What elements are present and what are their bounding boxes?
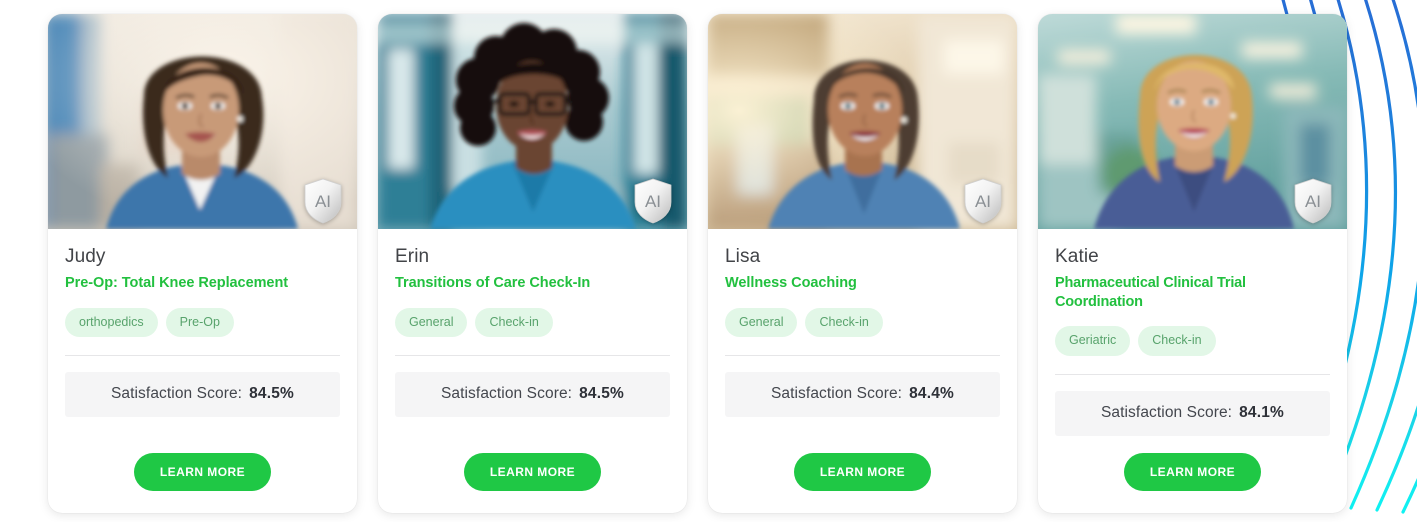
svg-text:AI: AI	[315, 192, 331, 211]
tag-chip[interactable]: orthopedics	[65, 307, 158, 338]
learn-more-button[interactable]: LEARN MORE	[463, 452, 602, 491]
tag-chip[interactable]: General	[395, 307, 468, 338]
tag-row: Geriatric Check-in	[1055, 326, 1330, 356]
agent-subtitle: Wellness Coaching	[725, 275, 857, 292]
agent-card[interactable]: AI Judy Pre-Op: Total Knee Replacement o…	[48, 14, 357, 513]
agent-photo: AI	[708, 14, 1017, 229]
tag-chip[interactable]: Pre-Op	[165, 307, 234, 338]
svg-text:AI: AI	[975, 192, 991, 211]
agent-card-grid: AI Judy Pre-Op: Total Knee Replacement o…	[48, 14, 1347, 513]
learn-more-button[interactable]: LEARN MORE	[1123, 452, 1262, 491]
ai-shield-badge: AI	[963, 178, 1003, 224]
ai-shield-badge: AI	[1293, 178, 1333, 224]
score-label: Satisfaction Score:	[1100, 403, 1233, 421]
agent-name: Erin	[395, 246, 430, 267]
satisfaction-score: Satisfaction Score: 84.1%	[1055, 390, 1330, 436]
satisfaction-score: Satisfaction Score: 84.5%	[395, 372, 670, 418]
divider	[395, 355, 670, 357]
score-label: Satisfaction Score:	[770, 385, 903, 403]
satisfaction-score: Satisfaction Score: 84.5%	[65, 372, 340, 418]
agent-photo: AI	[48, 14, 357, 229]
tag-chip[interactable]: General	[725, 307, 798, 338]
score-value: 84.5%	[579, 385, 625, 403]
ai-shield-badge: AI	[633, 178, 673, 224]
agent-card-body: Erin Transitions of Care Check-In Genera…	[378, 229, 687, 513]
tag-chip[interactable]: Check-in	[1138, 326, 1216, 356]
agent-card-body: Lisa Wellness Coaching General Check-in …	[708, 229, 1017, 513]
satisfaction-score: Satisfaction Score: 84.4%	[725, 372, 1000, 418]
divider	[65, 355, 340, 357]
score-value: 84.5%	[249, 385, 295, 403]
svg-text:AI: AI	[645, 192, 661, 211]
agent-subtitle: Pharmaceutical Clinical Trial Coordinati…	[1055, 275, 1246, 310]
score-value: 84.1%	[1239, 403, 1285, 421]
learn-more-button[interactable]: LEARN MORE	[793, 452, 932, 491]
learn-more-button[interactable]: LEARN MORE	[133, 452, 272, 491]
tag-chip[interactable]: Geriatric	[1055, 326, 1131, 356]
agent-card[interactable]: AI Lisa Wellness Coaching General Check-…	[708, 14, 1017, 513]
score-label: Satisfaction Score:	[110, 385, 243, 403]
agent-name: Lisa	[725, 246, 761, 267]
tag-row: General Check-in	[395, 307, 670, 338]
cta-wrap: LEARN MORE	[65, 436, 340, 513]
agent-card-body: Katie Pharmaceutical Clinical Trial Coor…	[1038, 229, 1347, 513]
svg-text:AI: AI	[1305, 192, 1321, 211]
agent-subtitle: Transitions of Care Check-In	[395, 275, 591, 292]
agent-photo: AI	[378, 14, 687, 229]
divider	[1055, 373, 1330, 375]
agent-photo: AI	[1038, 14, 1347, 229]
score-value: 84.4%	[909, 385, 955, 403]
ai-shield-badge: AI	[303, 178, 343, 224]
cta-wrap: LEARN MORE	[395, 436, 670, 513]
page-root: AI Judy Pre-Op: Total Knee Replacement o…	[0, 0, 1417, 522]
agent-name: Judy	[65, 246, 106, 267]
tag-row: General Check-in	[725, 307, 1000, 338]
tag-chip[interactable]: Check-in	[805, 307, 883, 338]
tag-row: orthopedics Pre-Op	[65, 307, 340, 338]
divider	[725, 355, 1000, 357]
agent-name: Katie	[1055, 246, 1099, 267]
agent-card-body: Judy Pre-Op: Total Knee Replacement orth…	[48, 229, 357, 513]
agent-card[interactable]: AI Katie Pharmaceutical Clinical Trial C…	[1038, 14, 1347, 513]
score-label: Satisfaction Score:	[440, 385, 573, 403]
cta-wrap: LEARN MORE	[725, 436, 1000, 513]
tag-chip[interactable]: Check-in	[475, 307, 553, 338]
agent-subtitle: Pre-Op: Total Knee Replacement	[65, 275, 289, 292]
cta-wrap: LEARN MORE	[1055, 436, 1330, 513]
agent-card[interactable]: AI Erin Transitions of Care Check-In Gen…	[378, 14, 687, 513]
